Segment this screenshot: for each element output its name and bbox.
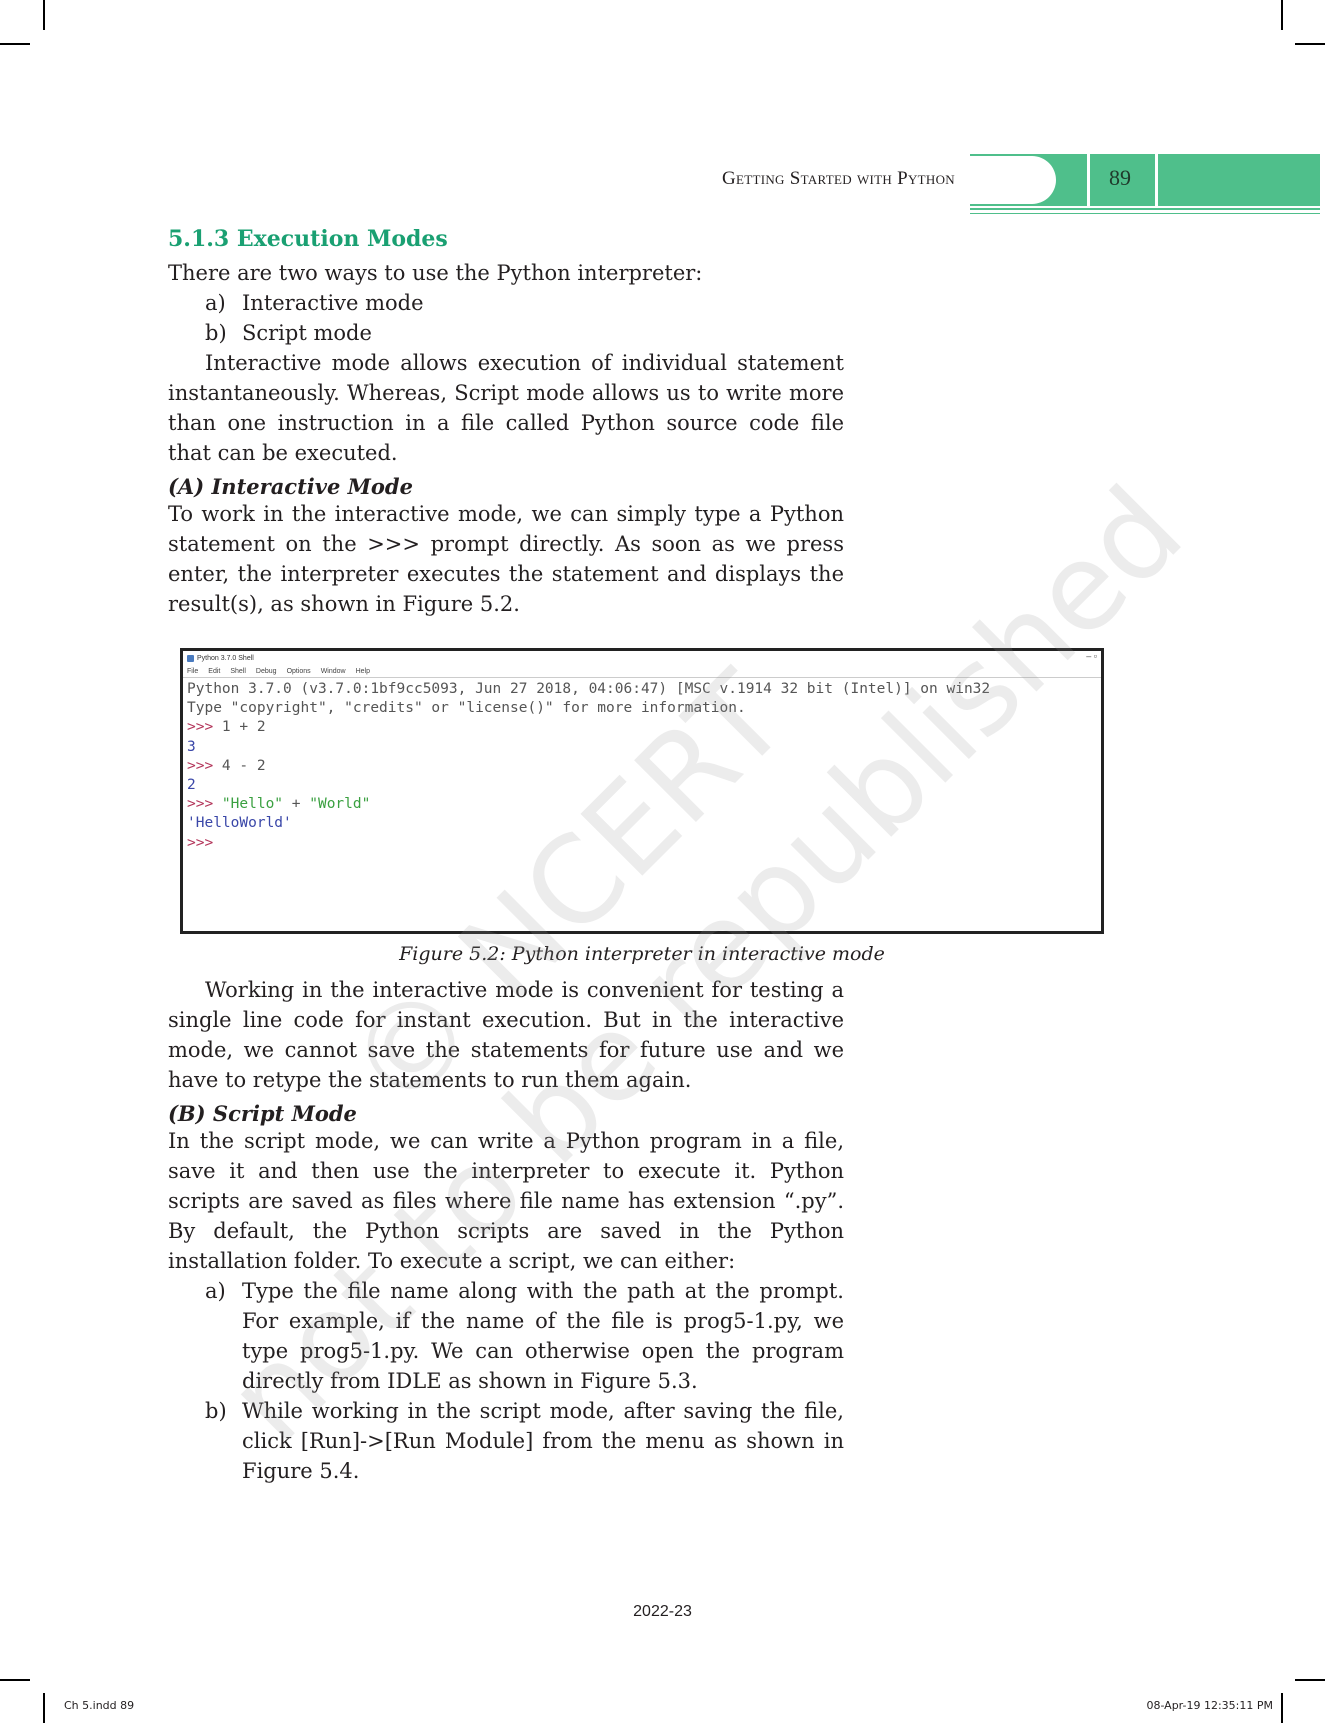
menu-bar: File Edit Shell Debug Options Window Hel… (183, 665, 1101, 678)
list-marker: b) (205, 1399, 227, 1423)
list-marker: a) (205, 1279, 226, 1303)
interactive-paragraph-2: Working in the interactive mode is conve… (168, 978, 844, 1092)
crop-mark (1295, 43, 1325, 45)
shell-result: 2 (187, 777, 196, 794)
shell-result: 'HelloWorld' (187, 815, 292, 832)
operator: + (283, 796, 310, 813)
prompt: >>> (187, 796, 222, 813)
list-item: b) Script mode (168, 318, 844, 348)
banner-line: Type "copyright", "credits" or "license(… (187, 700, 746, 717)
header-separator (1155, 154, 1158, 206)
window-controls[interactable]: – ▫ (1086, 651, 1097, 661)
crop-mark (43, 0, 45, 30)
section-heading: 5.1.3 Execution Modes (168, 226, 448, 252)
list-item-text: While working in the script mode, after … (242, 1399, 844, 1483)
crop-mark (0, 1679, 30, 1681)
window-titlebar: Python 3.7.0 Shell – ▫ (183, 651, 1101, 665)
prompt: >>> (187, 719, 222, 736)
print-slug-timestamp: 08-Apr-19 12:35:11 PM (1146, 1699, 1273, 1712)
shell-input-line: >>> "Hello" + "World" (187, 795, 1097, 814)
python-shell-figure: Python 3.7.0 Shell – ▫ File Edit Shell D… (180, 648, 1104, 934)
running-title: Getting Started with Python (721, 168, 955, 189)
shell-result: 3 (187, 738, 196, 755)
menu-shell[interactable]: Shell (230, 668, 246, 675)
python-app-icon (187, 654, 194, 662)
list-item: b) While working in the script mode, aft… (168, 1396, 844, 1486)
section-intro: 5.1.3 Execution Modes There are two ways… (168, 226, 844, 619)
crop-mark (1295, 1679, 1325, 1681)
print-slug-file: Ch 5.indd 89 (64, 1699, 135, 1712)
prompt: >>> (187, 757, 222, 774)
after-figure-text: Working in the interactive mode is conve… (168, 975, 844, 1486)
list-item-text: Type the file name along with the path a… (242, 1279, 844, 1393)
page-number: 89 (1109, 165, 1131, 190)
shell-output[interactable]: Python 3.7.0 (v3.7.0:1bf9cc5093, Jun 27 … (183, 678, 1101, 855)
crop-mark (1281, 1693, 1283, 1723)
shell-input-line: >>> 1 + 2 (187, 718, 1097, 737)
subsection-heading-interactive: (A) Interactive Mode (168, 474, 413, 499)
banner-line: Python 3.7.0 (v3.7.0:1bf9cc5093, Jun 27 … (187, 681, 991, 697)
list-item: a) Interactive mode (168, 288, 844, 318)
string-literal: "Hello" (221, 796, 284, 813)
header-rule (970, 208, 1320, 214)
academic-year: 2022-23 (633, 1603, 692, 1620)
crop-mark (0, 43, 30, 45)
intro-paragraph: There are two ways to use the Python int… (168, 261, 703, 285)
list-item-text: Script mode (242, 321, 372, 345)
string-literal: "World" (309, 796, 371, 813)
subsection-heading-script: (B) Script Mode (168, 1101, 357, 1126)
list-item-text: Interactive mode (242, 291, 424, 315)
crop-mark (43, 1693, 45, 1723)
shell-input-line: >>> 4 - 2 (187, 757, 1097, 776)
script-paragraph: In the script mode, we can write a Pytho… (168, 1129, 844, 1273)
menu-edit[interactable]: Edit (208, 668, 220, 675)
menu-options[interactable]: Options (287, 668, 311, 675)
menu-file[interactable]: File (187, 668, 198, 675)
figure-caption: Figure 5.2: Python interpreter in intera… (399, 943, 885, 965)
crop-mark (1281, 0, 1283, 30)
interactive-paragraph: To work in the interactive mode, we can … (168, 502, 844, 616)
menu-window[interactable]: Window (321, 668, 346, 675)
header-pill (970, 156, 1056, 204)
list-marker: b) (205, 321, 227, 345)
menu-help[interactable]: Help (356, 668, 370, 675)
menu-debug[interactable]: Debug (256, 668, 277, 675)
window-title: Python 3.7.0 Shell (197, 654, 254, 662)
list-marker: a) (205, 291, 226, 315)
final-prompt: >>> (187, 834, 214, 851)
summary-paragraph: Interactive mode allows execution of ind… (168, 351, 844, 465)
list-item: a) Type the file name along with the pat… (168, 1276, 844, 1396)
shell-input: 4 - 2 (221, 757, 266, 774)
shell-input: 1 + 2 (221, 719, 266, 736)
